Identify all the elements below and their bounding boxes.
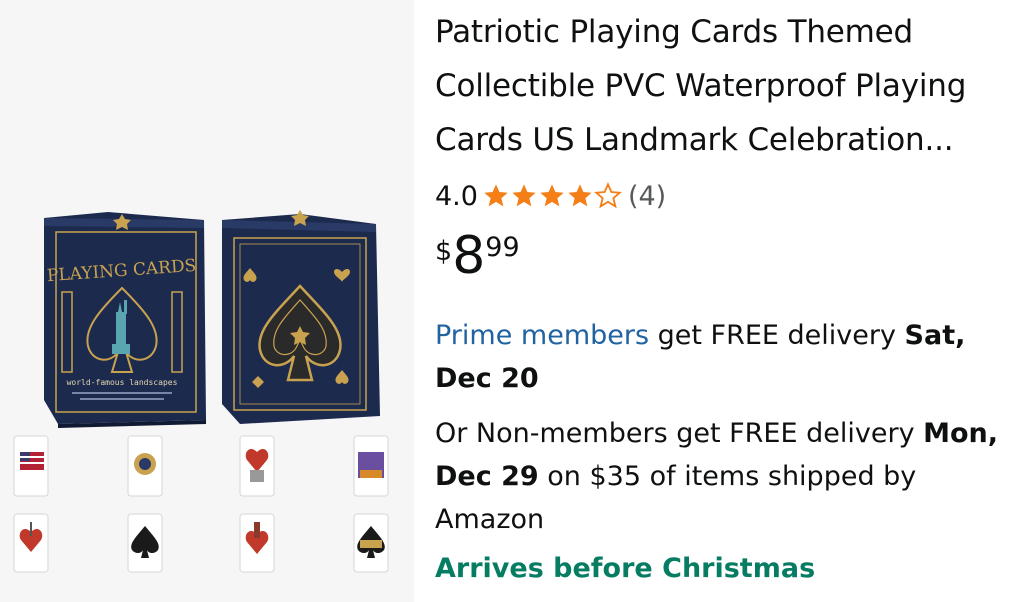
prime-members-link[interactable]: Prime members	[435, 320, 649, 351]
price: $ 8 99	[435, 226, 520, 286]
nonmember-delivery-info: Or Non-members get FREE delivery Mon, De…	[435, 412, 1010, 541]
thumbnail-card-4[interactable]	[353, 435, 389, 497]
nonmember-delivery-prefix: Or Non-members get FREE delivery	[435, 418, 924, 449]
thumbnail-card-6[interactable]	[127, 513, 163, 573]
thumbnail-card-5[interactable]	[13, 513, 49, 573]
star-full-icon	[512, 184, 536, 207]
thumbnail-card-2[interactable]	[127, 435, 163, 497]
price-symbol: $	[435, 236, 453, 267]
arrives-before-badge: Arrives before Christmas	[435, 553, 816, 584]
star-full-icon	[540, 184, 564, 207]
product-image[interactable]: PLAYING CARDS world-famous landscapes	[0, 0, 414, 602]
thumbnail-card-8[interactable]	[353, 513, 389, 573]
prime-delivery-text: get FREE delivery	[649, 320, 905, 351]
card-box-front: PLAYING CARDS world-famous landscapes	[44, 212, 206, 428]
thumbnail-card-7[interactable]	[239, 513, 275, 573]
thumbnail-card-1[interactable]	[13, 435, 49, 497]
star-empty-icon	[594, 182, 622, 209]
product-title[interactable]: Patriotic Playing Cards Themed Collectib…	[435, 5, 1015, 167]
rating-value: 4.0	[435, 180, 478, 212]
star-full-icon	[568, 184, 592, 207]
thumbnail-card-3[interactable]	[239, 435, 275, 497]
prime-delivery-info: Prime members get FREE delivery Sat, Dec…	[435, 314, 1010, 400]
review-count[interactable]: (4)	[628, 181, 666, 212]
front-box-subtitle: world-famous landscapes	[67, 378, 178, 387]
rating-row[interactable]: 4.0 (4)	[435, 176, 666, 216]
card-box-back	[222, 210, 380, 424]
price-fraction: 99	[485, 232, 520, 263]
product-image-panel[interactable]: PLAYING CARDS world-famous landscapes	[0, 0, 414, 602]
price-whole: 8	[452, 226, 486, 286]
star-full-icon	[484, 184, 508, 207]
star-rating[interactable]	[482, 182, 622, 210]
